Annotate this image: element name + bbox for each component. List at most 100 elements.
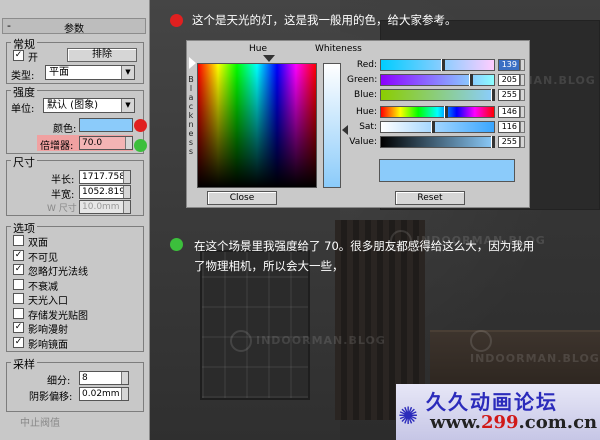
whiteness-label: Whiteness	[315, 44, 362, 54]
option-checkbox[interactable]	[13, 307, 24, 319]
option-label: 不可见	[28, 252, 58, 264]
slider-value-input[interactable]: 205	[498, 74, 520, 86]
hue-pointer-icon[interactable]	[263, 55, 275, 62]
logo-badge-icon: ✺	[398, 402, 419, 430]
general-group: 常规 开 排除 类型: 平面 ▼	[6, 36, 144, 84]
slider-handle[interactable]	[444, 106, 448, 118]
slider-value-input[interactable]: 255	[498, 136, 520, 148]
sampling-group: 采样 细分: 8 阴影偏移: 0.02mm	[6, 356, 144, 412]
slider-label: Green:	[347, 75, 378, 85]
hue-blackness-picker[interactable]	[197, 63, 317, 188]
units-label: 单位:	[11, 104, 35, 115]
slider-handle[interactable]	[491, 89, 495, 101]
subdivs-input[interactable]: 8	[79, 371, 129, 385]
half-length-label: 半长:	[51, 175, 75, 186]
color-slider[interactable]	[380, 106, 495, 118]
slider-label: Value:	[349, 137, 377, 147]
vray-light-parameters-panel: - 参数 常规 开 排除 类型: 平面 ▼ 强度 单位: 默认 (图象) ▼ 颜…	[0, 0, 150, 440]
type-label: 类型:	[11, 71, 35, 82]
slider-value-input[interactable]: 116	[498, 121, 520, 133]
spinner-arrows-icon[interactable]	[123, 171, 130, 183]
spinner-arrows-icon[interactable]	[123, 186, 130, 198]
spinner-arrows-icon[interactable]	[520, 106, 525, 118]
whiteness-bar[interactable]	[323, 63, 341, 188]
color-selector-dialog: Hue Whiteness Blackness Red: 139 Green: 205…	[186, 40, 530, 208]
reset-button[interactable]: Reset	[395, 191, 465, 205]
spinner-arrows-icon[interactable]	[520, 121, 525, 133]
color-label: 颜色:	[53, 124, 77, 135]
slider-value-input[interactable]: 146	[498, 106, 520, 118]
option-checkbox[interactable]	[13, 336, 24, 348]
shadow-bias-input[interactable]: 0.02mm	[79, 387, 129, 401]
red-marker-dot	[134, 119, 147, 132]
color-slider[interactable]	[380, 74, 495, 86]
half-length-input[interactable]: 1717.758	[79, 170, 131, 184]
blackness-label: Blackness	[188, 75, 194, 156]
chevron-down-icon: ▼	[121, 66, 134, 79]
note-intensity: 在这个场景里我强度给了 70。很多朋友都感得给这么大，因为我用 了物理相机，所以…	[194, 239, 535, 273]
cutoff-label: 中止阀值	[20, 418, 60, 429]
group-label: 强度	[11, 84, 37, 100]
option-label: 不衰减	[28, 281, 58, 293]
watermark: INDOORMAN.BLOG	[230, 330, 386, 352]
group-label: 采样	[11, 356, 37, 372]
size-group: 尺寸 半长: 1717.758 半宽: 1052.819 W 尺寸 10.0mm	[6, 154, 144, 216]
on-label: 开	[28, 53, 38, 64]
option-checkbox[interactable]	[13, 322, 24, 333]
slider-handle[interactable]	[431, 121, 435, 133]
slider-value-input[interactable]: 139	[498, 59, 520, 71]
spinner-arrows-icon[interactable]	[520, 74, 525, 86]
w-size-label: W 尺寸	[47, 204, 77, 214]
half-width-label: 半宽:	[51, 190, 75, 201]
spinner-arrows-icon[interactable]	[123, 201, 130, 213]
spinner-arrows-icon[interactable]	[520, 136, 525, 148]
option-label: 天光入口	[28, 296, 68, 307]
multiplier-input[interactable]: 70.0	[79, 136, 133, 150]
option-checkbox[interactable]	[13, 293, 24, 304]
blackness-pointer-icon[interactable]	[189, 57, 196, 69]
option-checkbox[interactable]	[13, 249, 24, 261]
color-slider[interactable]	[380, 59, 495, 71]
chevron-down-icon: ▼	[121, 99, 134, 112]
color-swatch[interactable]	[79, 118, 133, 132]
spinner-arrows-icon[interactable]	[520, 89, 525, 101]
close-button[interactable]: Close	[207, 191, 277, 205]
option-checkbox[interactable]	[13, 235, 24, 246]
watermark: INDOORMAN.BLOG	[470, 330, 600, 365]
slider-label: Blue:	[354, 90, 377, 100]
slider-handle[interactable]	[491, 136, 495, 148]
hue-label: Hue	[249, 44, 268, 54]
option-checkbox[interactable]	[13, 264, 24, 275]
color-preview	[379, 159, 515, 182]
rollout-title: 参数	[64, 24, 84, 35]
spinner-arrows-icon[interactable]	[520, 59, 525, 71]
slider-label: Sat:	[359, 122, 377, 132]
spinner-arrows-icon[interactable]	[121, 372, 128, 384]
green-note-dot	[170, 238, 183, 251]
half-width-input[interactable]: 1052.819	[79, 185, 131, 199]
units-select[interactable]: 默认 (图象) ▼	[43, 98, 135, 113]
spinner-arrows-icon[interactable]	[121, 388, 128, 400]
type-select[interactable]: 平面 ▼	[45, 65, 135, 80]
exclude-button[interactable]: 排除	[67, 48, 137, 62]
slider-value-input[interactable]: 255	[498, 89, 520, 101]
color-slider[interactable]	[380, 89, 495, 101]
on-checkbox[interactable]	[13, 50, 24, 61]
color-slider[interactable]	[380, 136, 495, 148]
option-label: 存储发光贴图	[28, 310, 88, 322]
rollout-header[interactable]: - 参数	[2, 18, 146, 35]
option-label: 影响镜面	[28, 339, 68, 351]
slider-handle[interactable]	[469, 74, 473, 86]
intensity-group: 强度 单位: 默认 (图象) ▼ 颜色: 倍增器: 70.0	[6, 84, 144, 154]
subdivs-label: 细分:	[47, 376, 71, 387]
shadow-bias-label: 阴影偏移:	[29, 392, 73, 403]
red-note-dot	[170, 14, 183, 27]
spinner-arrows-icon[interactable]	[125, 137, 132, 149]
color-slider[interactable]	[380, 121, 495, 133]
logo-url: www.299.com.cn	[430, 412, 598, 433]
w-size-input[interactable]: 10.0mm	[79, 200, 131, 214]
option-label: 影响漫射	[28, 325, 68, 336]
slider-handle[interactable]	[441, 59, 445, 71]
logo-title: 久久动画论坛	[426, 390, 558, 414]
option-checkbox[interactable]	[13, 278, 24, 290]
